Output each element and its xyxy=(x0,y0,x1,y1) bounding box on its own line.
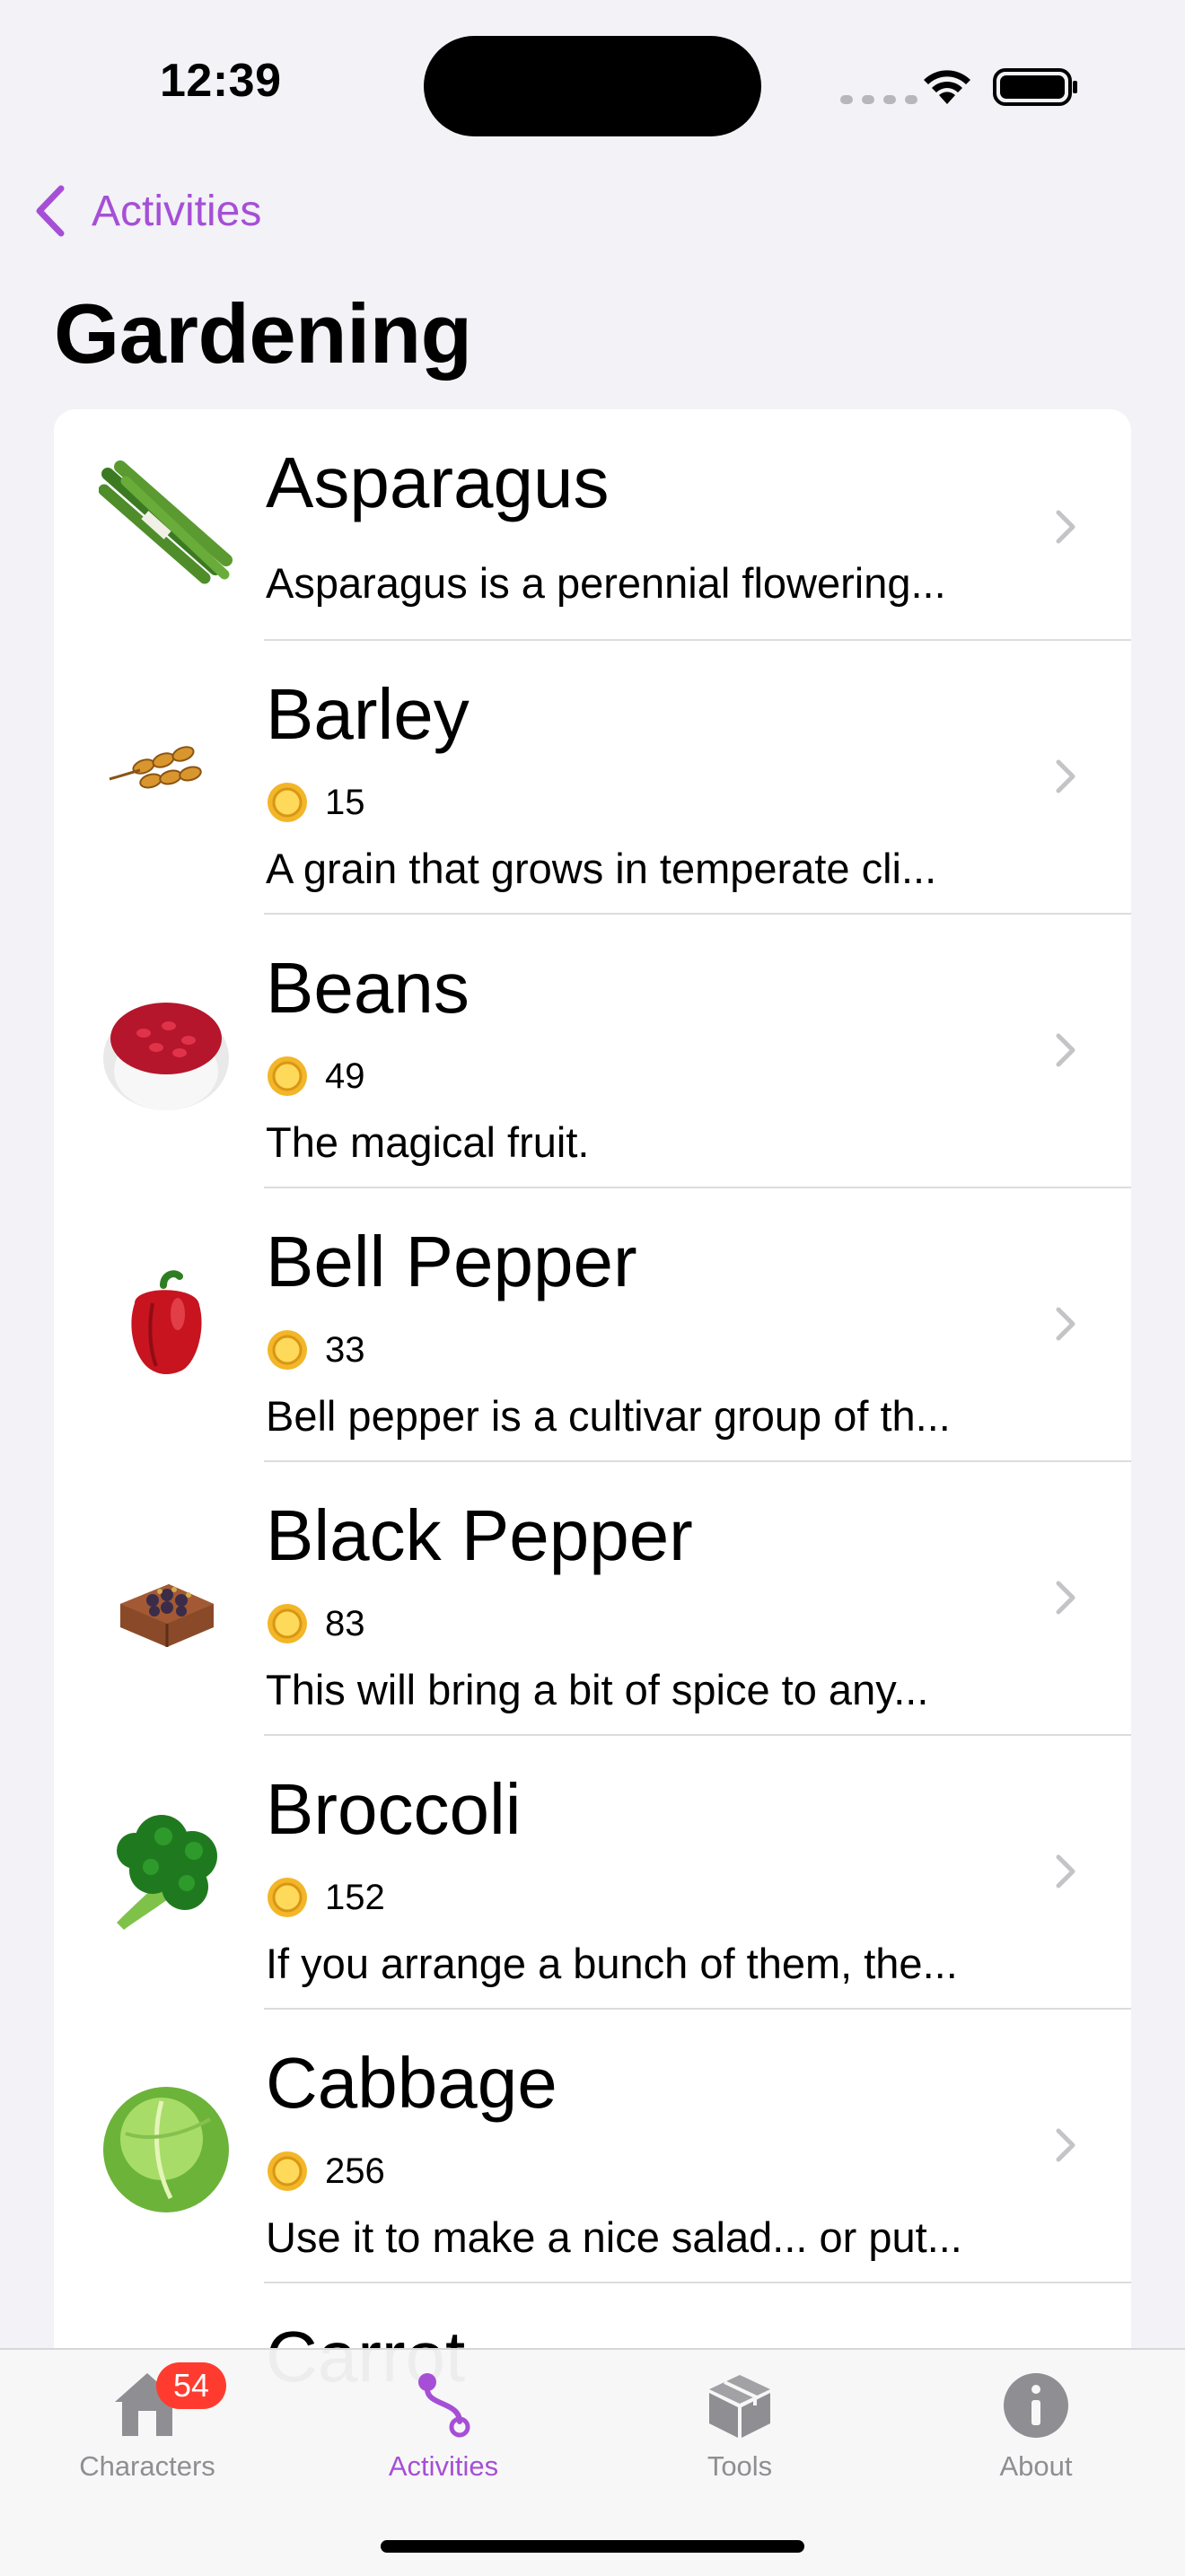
list-item[interactable]: Cabbage 256 Use it to make a nice salad.… xyxy=(54,2010,1131,2283)
chevron-right-icon xyxy=(1056,1581,1075,1615)
item-description: A grain that grows in temperate cli... xyxy=(266,845,937,892)
back-button[interactable]: Activities xyxy=(32,180,261,242)
cellular-signal-icon xyxy=(840,95,917,104)
chevron-left-icon xyxy=(36,185,65,237)
barley-icon xyxy=(109,746,202,789)
asparagus-icon xyxy=(99,460,233,584)
item-name: Broccoli xyxy=(266,1769,522,1849)
tab-label: Activities xyxy=(388,2450,499,2482)
item-name: Bell Pepper xyxy=(266,1222,637,1301)
info-icon xyxy=(1004,2373,1068,2438)
cabbage-icon xyxy=(103,2087,229,2212)
list-item[interactable]: Bell Pepper 33 Bell pepper is a cultivar… xyxy=(54,1188,1131,1462)
page-title: Gardening xyxy=(54,286,472,381)
tab-about[interactable]: About xyxy=(919,2350,1153,2511)
item-price-value: 15 xyxy=(325,782,365,822)
item-description: If you arrange a bunch of them, the... xyxy=(266,1940,958,1987)
chevron-right-icon xyxy=(1056,510,1075,544)
activity-list: Asparagus Asparagus is a perennial flowe… xyxy=(54,409,1131,2420)
chevron-right-icon xyxy=(1056,1307,1075,1341)
item-price-value: 49 xyxy=(325,1056,365,1096)
bell-coin-icon xyxy=(268,2151,307,2191)
bell-coin-icon xyxy=(268,1604,307,1643)
chevron-right-icon xyxy=(1056,759,1075,793)
activities-path-icon xyxy=(418,2373,470,2438)
tab-label: Characters xyxy=(79,2450,215,2482)
item-price-value: 33 xyxy=(325,1329,365,1370)
item-description: Use it to make a nice salad... or put... xyxy=(266,2213,962,2261)
beans-icon xyxy=(103,1003,229,1110)
list-item[interactable]: Barley 15 A grain that grows in temperat… xyxy=(54,641,1131,915)
bell-coin-icon xyxy=(268,1878,307,1917)
chevron-right-icon xyxy=(1056,1854,1075,1888)
item-price: 33 xyxy=(266,1328,365,1371)
list-item[interactable]: Beans 49 The magical fruit. xyxy=(54,915,1131,1188)
item-description: Asparagus is a perennial flowering... xyxy=(266,559,946,607)
item-name: Asparagus xyxy=(266,442,610,522)
bell-coin-icon xyxy=(268,1330,307,1370)
item-price: 256 xyxy=(266,2150,385,2193)
list-item[interactable]: Broccoli 152 If you arrange a bunch of t… xyxy=(54,1736,1131,2010)
notification-badge: 54 xyxy=(156,2362,226,2409)
item-description: This will bring a bit of spice to any... xyxy=(266,1666,929,1713)
bell-coin-icon xyxy=(268,1056,307,1096)
tab-label: About xyxy=(999,2450,1073,2482)
item-price-value: 152 xyxy=(325,1877,385,1917)
tab-tools[interactable]: Tools xyxy=(623,2350,856,2511)
battery-icon xyxy=(993,68,1077,106)
bell-pepper-icon xyxy=(131,1270,202,1374)
list-item[interactable]: Asparagus Asparagus is a perennial flowe… xyxy=(54,409,1131,641)
tab-characters[interactable]: 54 Characters xyxy=(31,2350,264,2511)
home-indicator xyxy=(381,2540,804,2553)
wifi-icon xyxy=(924,70,970,104)
item-price-value: 256 xyxy=(325,2151,385,2191)
status-time: 12:39 xyxy=(160,55,282,107)
black-pepper-icon xyxy=(120,1584,214,1647)
tab-label: Tools xyxy=(707,2450,773,2482)
item-name: Barley xyxy=(266,674,470,754)
item-description: Bell pepper is a cultivar group of th... xyxy=(266,1392,951,1440)
chevron-right-icon xyxy=(1056,2128,1075,2162)
item-price: 15 xyxy=(266,781,365,824)
list-item[interactable]: Black Pepper 83 This will bring a bit of… xyxy=(54,1462,1131,1736)
item-price: 49 xyxy=(266,1055,365,1098)
item-price: 83 xyxy=(266,1602,365,1645)
item-price: 152 xyxy=(266,1876,385,1919)
bell-coin-icon xyxy=(268,783,307,822)
item-name: Cabbage xyxy=(266,2043,557,2123)
item-description: The magical fruit. xyxy=(266,1118,590,1166)
item-price-value: 83 xyxy=(325,1603,365,1643)
dynamic-island xyxy=(424,36,761,136)
back-label: Activities xyxy=(92,187,262,235)
item-name: Black Pepper xyxy=(266,1495,693,1575)
item-name: Beans xyxy=(266,948,470,1028)
chevron-right-icon xyxy=(1056,1033,1075,1067)
broccoli-icon xyxy=(117,1815,217,1930)
box-icon xyxy=(709,2375,770,2438)
tab-activities[interactable]: Activities xyxy=(327,2350,560,2511)
